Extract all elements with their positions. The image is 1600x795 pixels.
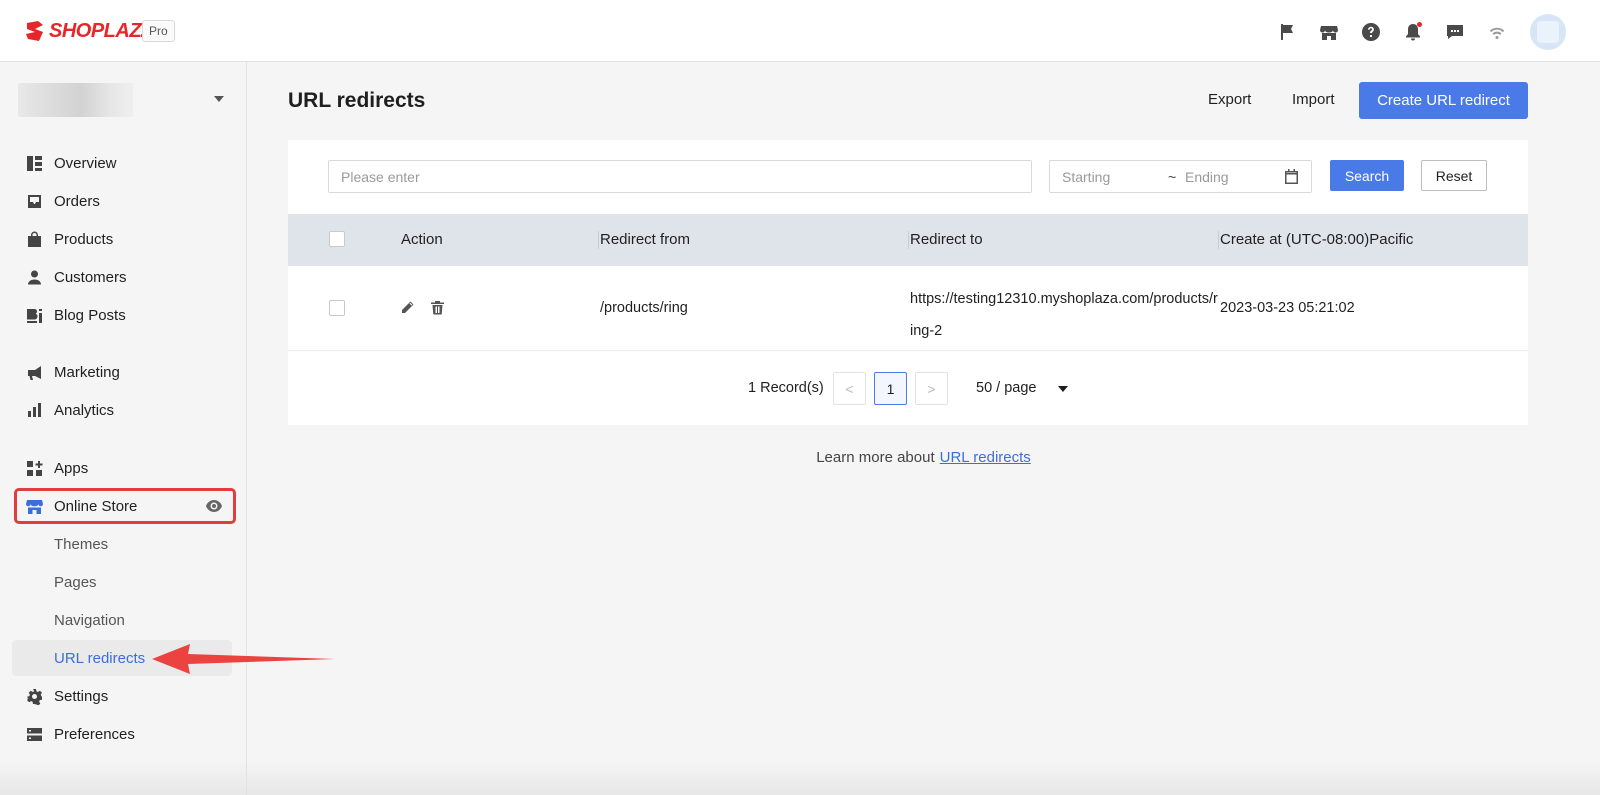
sidebar-item-label: Overview <box>54 154 117 172</box>
person-icon <box>28 270 41 284</box>
date-end-field[interactable]: Ending <box>1185 169 1229 185</box>
sidebar-item-label: Analytics <box>54 401 115 419</box>
table-header: Action Redirect from Redirect to Create … <box>288 214 1528 266</box>
column-header-created-at: Create at (UTC-08:00)Pacific <box>1220 231 1414 248</box>
chevron-down-icon[interactable] <box>1058 386 1068 392</box>
table-row: /products/ring https://testing12310.mysh… <box>288 266 1528 351</box>
inbox-icon <box>28 194 41 208</box>
bell-icon[interactable] <box>1396 15 1430 49</box>
overview-icon <box>27 155 42 171</box>
annotation-arrow <box>152 644 335 674</box>
current-page-button[interactable]: 1 <box>874 372 907 405</box>
storefront-icon[interactable] <box>1312 15 1346 49</box>
sidebar-item-blog-posts[interactable]: Blog Posts <box>14 298 234 332</box>
sidebar-item-label: Settings <box>54 687 109 705</box>
learn-more-text: Learn more about <box>816 449 935 466</box>
create-url-redirect-button[interactable]: Create URL redirect <box>1359 82 1528 119</box>
eye-icon[interactable] <box>205 499 223 513</box>
import-button[interactable]: Import <box>1292 91 1335 108</box>
page-size-select[interactable]: 50 / page <box>976 380 1036 396</box>
sidebar-item-label: Online Store <box>54 497 138 515</box>
avatar-image <box>1537 21 1559 43</box>
sidebar-item-label: URL redirects <box>54 649 146 667</box>
sidebar-item-online-store[interactable]: Online Store <box>14 488 236 524</box>
page-title: URL redirects <box>288 89 426 112</box>
record-count: 1 Record(s) <box>748 380 824 396</box>
bar-chart-icon <box>28 402 41 417</box>
sidebar-item-label: Themes <box>54 535 109 553</box>
column-divider <box>598 231 599 249</box>
sidebar-item-label: Blog Posts <box>54 306 126 324</box>
plan-badge: Pro <box>142 20 175 42</box>
sidebar-item-label: Customers <box>54 268 127 286</box>
avatar[interactable] <box>1530 14 1566 50</box>
date-range-picker[interactable]: Starting ~ Ending <box>1049 160 1312 193</box>
column-header-redirect-from: Redirect from <box>600 231 691 248</box>
column-header-action: Action <box>401 231 443 248</box>
store-icon <box>26 499 43 514</box>
sidebar-item-navigation[interactable]: Navigation <box>14 603 234 637</box>
created-at-cell: 2023-03-23 05:21:02 <box>1220 300 1355 316</box>
sidebar-item-marketing[interactable]: Marketing <box>14 355 234 389</box>
message-icon[interactable] <box>1438 15 1472 49</box>
sidebar-item-customers[interactable]: Customers <box>14 260 234 294</box>
sidebar-item-label: Preferences <box>54 725 135 743</box>
redirect-to-cell: https://testing12310.myshoplaza.com/prod… <box>910 291 1218 339</box>
wifi-icon[interactable] <box>1480 15 1514 49</box>
notification-dot <box>1417 22 1422 27</box>
redirect-from-cell: /products/ring <box>600 300 688 316</box>
sidebar-item-preferences[interactable]: Preferences <box>14 717 234 751</box>
sidebar-item-analytics[interactable]: Analytics <box>14 393 234 427</box>
bag-icon <box>28 231 41 247</box>
sidebar-item-themes[interactable]: Themes <box>14 527 234 561</box>
sidebar-item-settings[interactable]: Settings <box>14 679 234 713</box>
calendar-icon <box>1284 169 1299 184</box>
sidebar-item-label: Products <box>54 230 114 248</box>
sidebar-item-orders[interactable]: Orders <box>14 184 234 218</box>
url-redirects-help-link[interactable]: URL redirects <box>940 449 1031 466</box>
sidebar-item-label: Marketing <box>54 363 120 381</box>
megaphone-icon <box>28 365 41 380</box>
export-button[interactable]: Export <box>1208 91 1251 108</box>
flag-icon[interactable] <box>1270 15 1304 49</box>
sidebar-item-overview[interactable]: Overview <box>14 146 234 180</box>
next-page-button[interactable]: > <box>915 372 948 405</box>
reset-button[interactable]: Reset <box>1421 160 1487 191</box>
sidebar-item-products[interactable]: Products <box>14 222 234 256</box>
sidebar-item-label: Orders <box>54 192 100 210</box>
top-icon-group <box>1262 14 1566 50</box>
select-all-checkbox[interactable] <box>329 231 345 247</box>
date-start-field[interactable]: Starting <box>1062 169 1110 185</box>
prev-page-button[interactable]: < <box>833 372 866 405</box>
column-divider <box>1218 231 1219 249</box>
top-bar: SHOPLAZZA Pro <box>0 0 1600 62</box>
row-checkbox[interactable] <box>329 300 345 316</box>
column-divider <box>908 231 909 249</box>
store-selector[interactable] <box>18 80 230 120</box>
help-icon[interactable] <box>1354 15 1388 49</box>
sidebar-item-label: Navigation <box>54 611 125 629</box>
trash-icon[interactable] <box>430 300 446 316</box>
search-button[interactable]: Search <box>1330 160 1404 191</box>
date-separator: ~ <box>1168 169 1177 185</box>
redirects-card: Starting ~ Ending Search Reset Action Re… <box>288 140 1528 425</box>
sidebar-item-label: Pages <box>54 573 97 591</box>
sidebar-item-pages[interactable]: Pages <box>14 565 234 599</box>
search-input[interactable] <box>328 160 1032 193</box>
column-header-redirect-to: Redirect to <box>910 231 983 248</box>
learn-more-footer: Learn more about URL redirects <box>0 449 1600 466</box>
store-name-blurred <box>18 83 133 117</box>
preferences-icon <box>27 727 42 741</box>
shoplazza-logo-icon <box>26 21 43 41</box>
edit-icon[interactable] <box>400 300 416 316</box>
gear-icon <box>27 688 42 705</box>
blog-icon <box>27 308 42 323</box>
chevron-down-icon <box>214 96 224 102</box>
